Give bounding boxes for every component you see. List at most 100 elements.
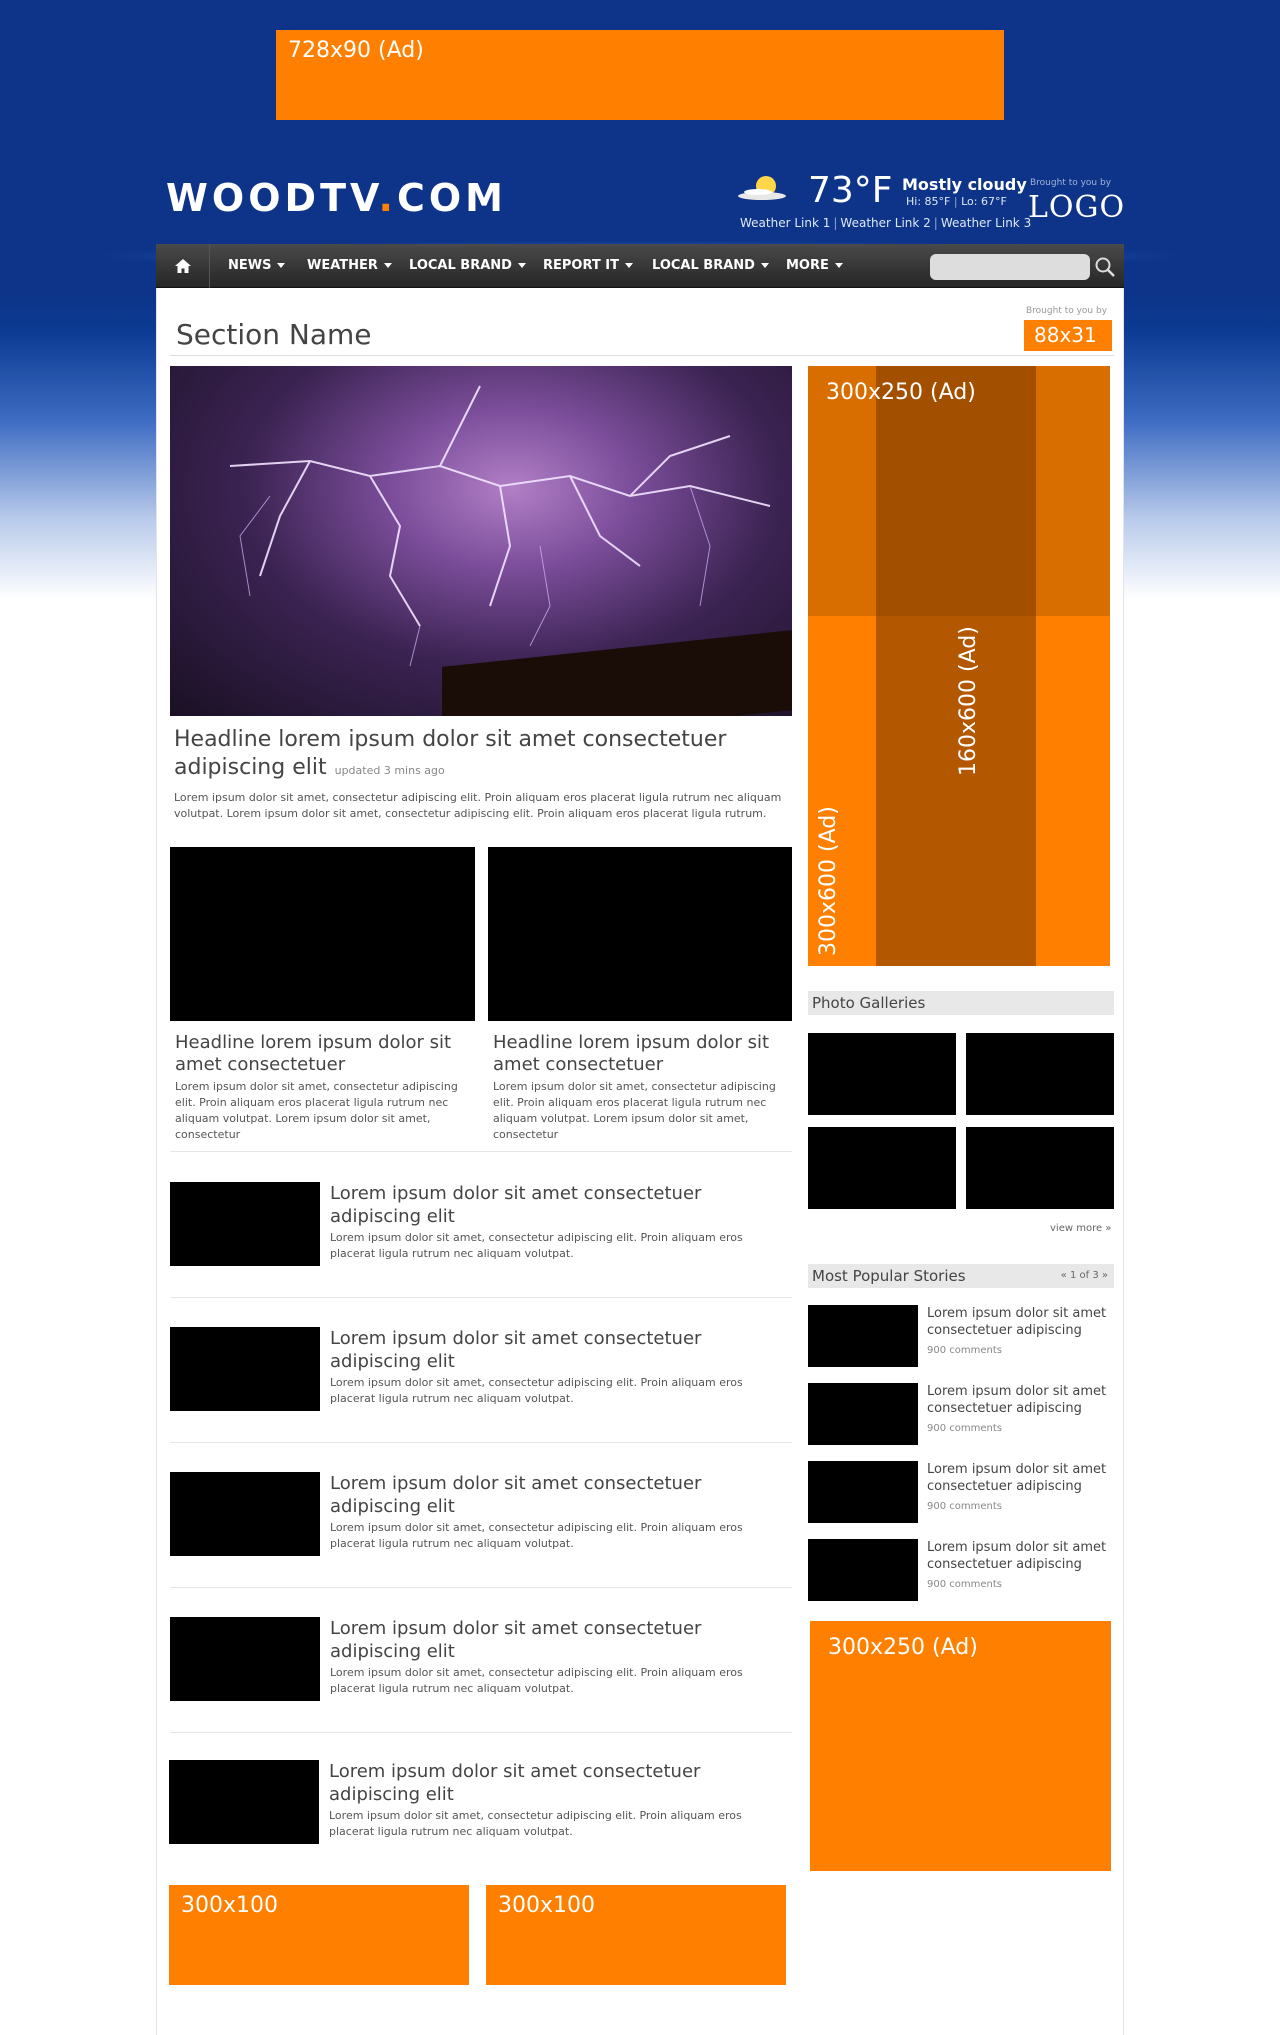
list-item-thumbnail[interactable]	[170, 1182, 320, 1266]
view-more-link[interactable]: view more »	[1050, 1223, 1111, 1234]
weather-condition: Mostly cloudy	[902, 175, 1027, 194]
nav-item-news[interactable]: NEWS	[228, 244, 286, 288]
logo-dot: .	[378, 176, 397, 220]
list-item-summary: Lorem ipsum dolor sit amet, consectetur …	[330, 1231, 743, 1260]
list-item-summary: Lorem ipsum dolor sit amet, consectetur …	[330, 1666, 743, 1695]
weather-links: Weather Link 1 | Weather Link 2 | Weather Li…	[740, 216, 1032, 230]
sponsor-ad-88x31[interactable]: 88x31	[1024, 320, 1112, 351]
nav-label: NEWS	[228, 258, 272, 273]
list-item-thumbnail[interactable]	[170, 1472, 320, 1556]
bottom-ad-300x100[interactable]: 300x100	[169, 1885, 469, 1985]
popular-title[interactable]: Lorem ipsum dolor sit amet consectetuer …	[927, 1461, 1113, 1495]
divider	[170, 1442, 792, 1443]
story-thumbnail[interactable]	[488, 847, 792, 1021]
popular-thumbnail[interactable]	[808, 1539, 918, 1601]
popular-title[interactable]: Lorem ipsum dolor sit amet consectetuer …	[927, 1383, 1113, 1417]
popular-thumbnail[interactable]	[808, 1461, 918, 1523]
story-summary: Lorem ipsum dolor sit amet, consectetur …	[175, 1080, 458, 1141]
search-icon[interactable]	[1094, 256, 1116, 278]
ad-label: 300x250 (Ad)	[828, 1635, 978, 1660]
logo-main: WOODTV	[166, 176, 379, 220]
photo-galleries-header: Photo Galleries	[808, 991, 1114, 1015]
partly-sunny-icon	[738, 176, 786, 200]
right-ad-300x250[interactable]: 300x250 (Ad)	[810, 1621, 1111, 1871]
ad-label-300x250: 300x250 (Ad)	[826, 380, 976, 405]
nav-item-local-brand[interactable]: LOCAL BRAND	[409, 244, 526, 288]
caret-down-icon	[517, 263, 526, 268]
popular-thumbnail[interactable]	[808, 1305, 918, 1367]
list-item-summary: Lorem ipsum dolor sit amet, consectetur …	[330, 1376, 743, 1405]
top-banner-ad[interactable]: 728x90 (Ad)	[276, 30, 1004, 120]
story-summary: Lorem ipsum dolor sit amet, consectetur …	[493, 1080, 776, 1141]
bottom-ad-300x100[interactable]: 300x100	[486, 1885, 786, 1985]
story-thumbnail[interactable]	[170, 847, 475, 1021]
popular-comments[interactable]: 900 comments	[927, 1501, 1002, 1512]
ad-label-300x600: 300x600 (Ad)	[816, 806, 841, 956]
gallery-thumbnail[interactable]	[808, 1127, 956, 1209]
hero-headline[interactable]: Headline lorem ipsum dolor sit amet cons…	[174, 726, 774, 785]
home-button[interactable]	[156, 244, 210, 288]
right-ad-stack[interactable]: 300x250 (Ad) 160x600 (Ad) 300x600 (Ad)	[808, 366, 1110, 966]
pager[interactable]: « 1 of 3 »	[1061, 1264, 1108, 1288]
hi-lo-temps: Hi: 85°F | Lo: 67°F	[906, 195, 1007, 208]
nav-item-more[interactable]: MORE	[786, 244, 843, 288]
list-item-headline[interactable]: Lorem ipsum dolor sit amet consectetuer …	[330, 1472, 790, 1518]
list-item-thumbnail[interactable]	[169, 1760, 319, 1844]
popular-comments[interactable]: 900 comments	[927, 1579, 1002, 1590]
most-popular-title: Most Popular Stories	[812, 1267, 966, 1285]
gallery-thumbnail[interactable]	[966, 1033, 1114, 1115]
nav-label: LOCAL BRAND	[409, 258, 512, 273]
popular-title[interactable]: Lorem ipsum dolor sit amet consectetuer …	[927, 1539, 1113, 1573]
hi-temp: Hi: 85°F	[906, 195, 951, 208]
list-item-summary: Lorem ipsum dolor sit amet, consectetur …	[329, 1809, 742, 1838]
story-headline[interactable]: Headline lorem ipsum dolor sit amet cons…	[493, 1032, 793, 1076]
nav-label: MORE	[786, 258, 829, 273]
nav-label: LOCAL BRAND	[652, 258, 755, 273]
divider	[170, 1297, 792, 1298]
weather-link-2[interactable]: Weather Link 2	[840, 216, 930, 230]
nav-item-local-brand-2[interactable]: LOCAL BRAND	[652, 244, 769, 288]
hero-image[interactable]	[170, 366, 792, 716]
section-title: Section Name	[176, 318, 372, 351]
search-input[interactable]	[930, 254, 1090, 280]
nav-item-weather[interactable]: WEATHER	[307, 244, 392, 288]
gallery-thumbnail[interactable]	[966, 1127, 1114, 1209]
ad-label: 300x100	[181, 1893, 279, 1918]
hero-summary: Lorem ipsum dolor sit amet, consectetur …	[174, 791, 782, 820]
nav-item-report-it[interactable]: REPORT IT	[543, 244, 633, 288]
section-divider	[170, 355, 1114, 356]
hero-headline-text[interactable]: Headline lorem ipsum dolor sit amet cons…	[174, 727, 726, 780]
ad-label-160x600: 160x600 (Ad)	[956, 626, 981, 776]
sponsor-logo[interactable]: LOGO	[1028, 190, 1125, 225]
list-item-thumbnail[interactable]	[170, 1617, 320, 1701]
list-item-headline[interactable]: Lorem ipsum dolor sit amet consectetuer …	[329, 1760, 789, 1806]
popular-thumbnail[interactable]	[808, 1383, 918, 1445]
most-popular-header: Most Popular Stories « 1 of 3 »	[808, 1264, 1114, 1288]
sponsor-caption: Brought to you by	[1030, 178, 1112, 188]
ad-label: 728x90 (Ad)	[288, 38, 424, 63]
list-item-thumbnail[interactable]	[170, 1327, 320, 1411]
ad-label: 88x31	[1034, 323, 1097, 347]
story-headline[interactable]: Headline lorem ipsum dolor sit amet cons…	[175, 1032, 475, 1076]
list-item-headline[interactable]: Lorem ipsum dolor sit amet consectetuer …	[330, 1182, 790, 1228]
temperature: 73°F	[808, 170, 893, 211]
caret-down-icon	[383, 263, 392, 268]
site-logo[interactable]: WOODTV.COM	[166, 176, 507, 220]
list-item-headline[interactable]: Lorem ipsum dolor sit amet consectetuer …	[330, 1327, 790, 1373]
divider	[170, 1732, 792, 1733]
weather-link-3[interactable]: Weather Link 3	[941, 216, 1031, 230]
list-item-headline[interactable]: Lorem ipsum dolor sit amet consectetuer …	[330, 1617, 790, 1663]
divider	[170, 1587, 792, 1588]
ad-label: 300x100	[498, 1893, 596, 1918]
popular-title[interactable]: Lorem ipsum dolor sit amet consectetuer …	[927, 1305, 1113, 1339]
lo-temp: Lo: 67°F	[961, 195, 1007, 208]
caret-down-icon	[625, 263, 633, 268]
hero-updated: updated 3 mins ago	[334, 764, 445, 777]
caret-down-icon	[834, 263, 843, 268]
popular-comments[interactable]: 900 comments	[927, 1345, 1002, 1356]
home-icon	[174, 259, 191, 273]
popular-comments[interactable]: 900 comments	[927, 1423, 1002, 1434]
weather-link-1[interactable]: Weather Link 1	[740, 216, 830, 230]
gallery-thumbnail[interactable]	[808, 1033, 956, 1115]
section-sponsor-caption: Brought to you by	[1026, 306, 1108, 316]
